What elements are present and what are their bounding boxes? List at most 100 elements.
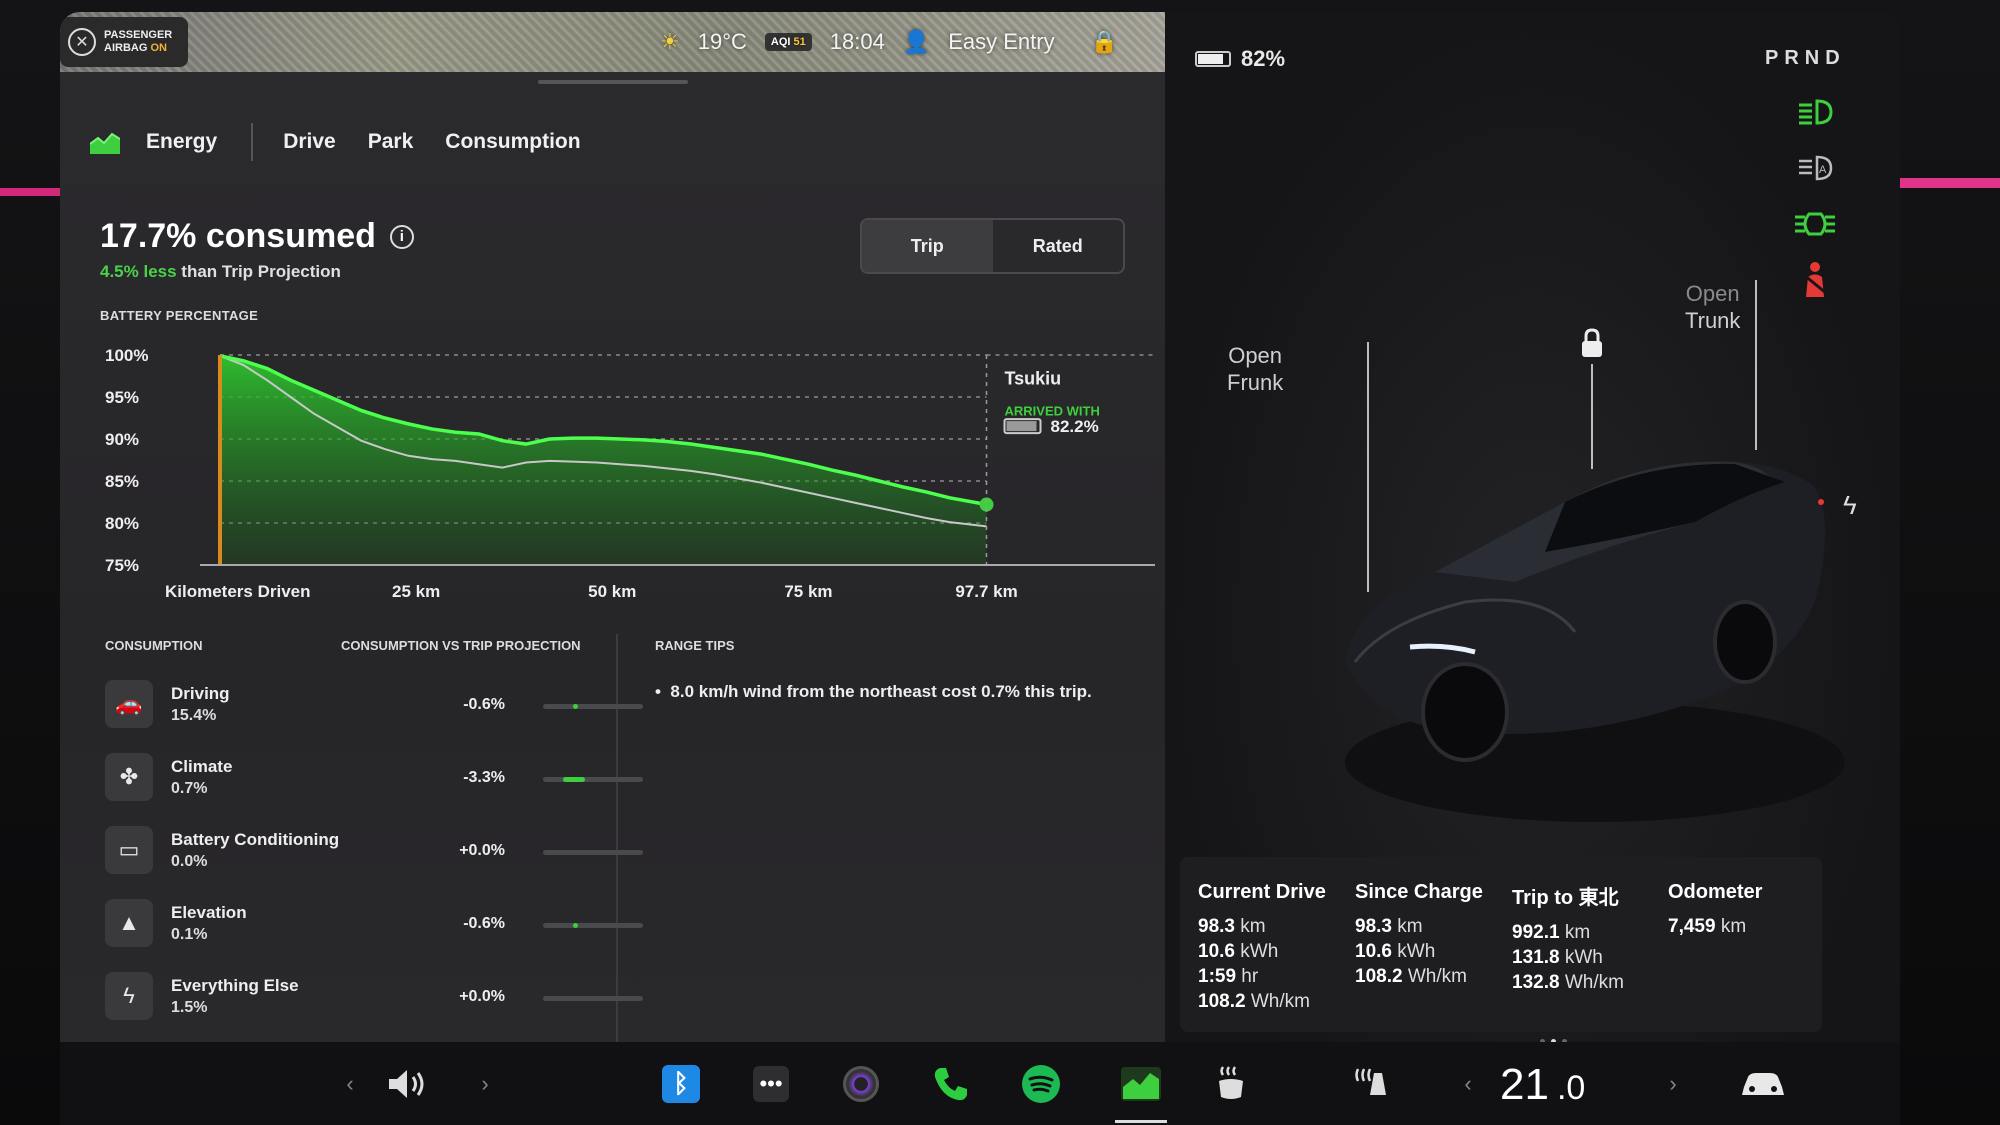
trip-stats-card: Current Drive 98.3 km 10.6 kWh 1:59 hr 1… — [1180, 857, 1822, 1032]
driver-profile-name[interactable]: Easy Entry — [948, 29, 1054, 55]
temp-down-chevron-icon[interactable]: ‹ — [1453, 1042, 1483, 1125]
row-value: 0.1% — [171, 926, 208, 943]
battery-icon: ▭ — [105, 826, 153, 874]
column-divider — [616, 634, 618, 1044]
vehicle-render — [1345, 461, 1845, 822]
ambient-light-right — [1890, 178, 2000, 188]
x-tick-label: 50 km — [588, 582, 636, 601]
lock-icon[interactable]: 🔒 — [1091, 29, 1118, 55]
row-delta: +0.0% — [459, 842, 505, 859]
ambient-light-left — [0, 188, 60, 196]
delta-bar — [543, 850, 643, 855]
lock-icon[interactable] — [1580, 328, 1604, 358]
rear-defrost-icon[interactable] — [1350, 1042, 1392, 1125]
vehicle-panel: 82% PRND A Open Frunk Open Trunk ϟ Curre… — [1165, 12, 1900, 1125]
delta-bar-fill — [563, 777, 585, 782]
volume-up-chevron-icon[interactable]: › — [470, 1042, 500, 1125]
phone-icon[interactable] — [930, 1042, 972, 1125]
tab-consumption[interactable]: Consumption — [445, 130, 580, 154]
less-value: 4.5% less — [100, 262, 177, 281]
destination-label: Tsukiu — [1005, 368, 1062, 388]
seatbelt-warning-icon — [1792, 260, 1838, 300]
row-value: 0.7% — [171, 780, 208, 797]
driver-profile-icon[interactable]: 👤 — [903, 29, 930, 55]
consumption-row-everything-else: ϟ Everything Else 1.5% +0.0% — [105, 966, 643, 1026]
row-name: Climate — [171, 757, 233, 776]
energy-tabs: Energy Drive Park Consumption — [90, 122, 613, 162]
y-tick-label: 80% — [105, 514, 139, 533]
fog-light-icon[interactable] — [1792, 204, 1838, 244]
row-value: 1.5% — [171, 999, 208, 1016]
auto-high-beam-icon[interactable]: A — [1792, 148, 1838, 188]
battery-status: 82% — [1195, 46, 1285, 72]
range-tip: • 8.0 km/h wind from the northeast cost … — [655, 682, 1092, 701]
row-value: 0.0% — [171, 853, 208, 870]
y-tick-label: 100% — [105, 346, 148, 365]
tab-park[interactable]: Park — [368, 130, 414, 154]
consumption-area — [220, 355, 987, 565]
info-icon[interactable]: i — [389, 224, 414, 249]
temp-up-chevron-icon[interactable]: › — [1658, 1042, 1688, 1125]
status-bar: ✕ PASSENGER AIRBAG ON ☀ 19°C AQI 51 18:0… — [60, 12, 1165, 72]
battery-percent: 82% — [1241, 46, 1286, 71]
stats-since-charge: Since Charge 98.3 km 10.6 kWh 108.2 Wh/k… — [1355, 881, 1483, 987]
delta-bar — [543, 704, 643, 709]
tab-energy[interactable]: Energy — [146, 130, 217, 154]
trip-rated-toggle: Trip Rated — [860, 218, 1125, 274]
bottom-dock: ‹ › ᛒ ••• ‹ 21 .0 › — [60, 1042, 1900, 1125]
stats-current-drive: Current Drive 98.3 km 10.6 kWh 1:59 hr 1… — [1198, 881, 1326, 1012]
aqi-badge: AQI 51 — [764, 33, 812, 51]
consumption-row-climate: ✤ Climate 0.7% -3.3% — [105, 747, 643, 807]
row-value: 15.4% — [171, 707, 217, 724]
camera-icon[interactable] — [840, 1042, 882, 1125]
more-apps-icon[interactable]: ••• — [750, 1042, 792, 1125]
bolt-icon: ϟ — [105, 972, 153, 1020]
volume-icon[interactable] — [380, 1042, 440, 1125]
svg-text:A: A — [1819, 164, 1827, 176]
bluetooth-icon[interactable]: ᛒ — [660, 1042, 702, 1125]
open-frunk-label[interactable]: Open Frunk — [1227, 342, 1283, 396]
row-name: Everything Else — [171, 976, 299, 995]
consumption-header: CONSUMPTION — [105, 638, 203, 653]
energy-app-dock-icon[interactable] — [1115, 1042, 1167, 1125]
consumed-text: 17.7% consumed — [100, 217, 376, 255]
tab-drive[interactable]: Drive — [283, 130, 336, 154]
row-name: Driving — [171, 684, 230, 703]
delta-bar — [543, 923, 643, 928]
spotify-icon[interactable] — [1020, 1042, 1062, 1125]
row-delta: -0.6% — [463, 915, 505, 932]
weather-icon: ☀ — [660, 29, 680, 54]
toggle-trip[interactable]: Trip — [862, 220, 993, 272]
delta-bar — [543, 777, 643, 782]
stats-trip-to: Trip to 東北 992.1 km 131.8 kWh 132.8 Wh/k… — [1512, 887, 1624, 993]
airbag-icon: ✕ — [68, 28, 96, 56]
battery-level-icon — [1195, 51, 1231, 67]
y-tick-label: 75% — [105, 556, 139, 575]
active-app-indicator — [1115, 1120, 1167, 1123]
seat-heater-icon[interactable] — [1210, 1042, 1252, 1125]
cabin-temperature[interactable]: 21.0 — [1500, 1060, 1585, 1110]
x-tick-label: 97.7 km — [955, 582, 1017, 601]
car-controls-icon[interactable] — [1735, 1042, 1791, 1125]
volume-down-chevron-icon[interactable]: ‹ — [335, 1042, 365, 1125]
temp-decimal: .0 — [1556, 1069, 1586, 1107]
energy-app-panel: ✕ PASSENGER AIRBAG ON ☀ 19°C AQI 51 18:0… — [60, 12, 1165, 1125]
drag-handle[interactable] — [538, 80, 688, 84]
car-icon: 🚗 — [105, 680, 153, 728]
y-tick-label: 90% — [105, 430, 139, 449]
row-delta: +0.0% — [459, 988, 505, 1005]
delta-bar — [543, 996, 643, 1001]
stats-odometer: Odometer 7,459 km — [1668, 881, 1763, 937]
x-axis-label: Kilometers Driven — [165, 582, 311, 601]
consumed-headline: 17.7% consumed i — [100, 217, 414, 256]
delta-bar-fill — [573, 923, 578, 928]
tab-separator — [251, 123, 254, 161]
touchscreen: ✕ PASSENGER AIRBAG ON ☀ 19°C AQI 51 18:0… — [60, 12, 1900, 1125]
open-trunk-label[interactable]: Open Trunk — [1685, 280, 1740, 334]
low-beam-icon[interactable] — [1792, 92, 1838, 132]
airbag-line2: AIRBAG ON — [104, 42, 167, 54]
clock: 18:04 — [829, 29, 885, 54]
arrived-value: 82.2% — [1051, 417, 1099, 436]
toggle-rated[interactable]: Rated — [993, 220, 1124, 272]
y-tick-label: 85% — [105, 472, 139, 491]
